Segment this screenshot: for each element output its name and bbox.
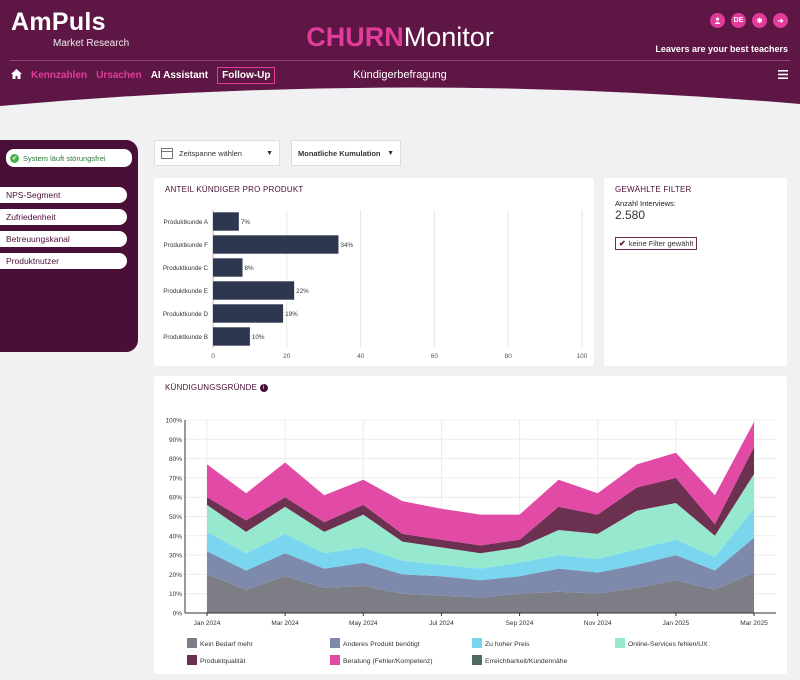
app-header: AmPuls Market Research CHURNMonitor DE ✱… <box>0 0 800 112</box>
header-divider <box>10 60 790 61</box>
bar-value-label: 22% <box>296 288 309 295</box>
x-tick-label: Sep 2024 <box>506 620 534 627</box>
no-filter-label: keine Filter gewählt <box>628 239 694 248</box>
sidebar-item-zufriedenheit[interactable]: Zufriedenheit <box>0 209 127 225</box>
legend-label: Erreichbarkeit/Kundennähe <box>485 658 568 665</box>
x-tick-label: Jan 2025 <box>662 620 689 627</box>
y-tick-label: 20% <box>169 572 182 579</box>
x-tick-label: 80 <box>505 353 513 360</box>
aggregation-select[interactable]: Monatliche Kumulation ▼ <box>291 140 401 166</box>
settings-icon[interactable]: ✱ <box>752 13 767 28</box>
check-circle-icon: ✔ <box>10 153 19 163</box>
x-tick-label: Jul 2024 <box>429 620 454 627</box>
top-icons: DE ✱ ➜ <box>710 13 788 28</box>
category-label: Produktkunde F <box>164 242 209 249</box>
x-tick-label: Jan 2024 <box>194 620 221 627</box>
no-filter-checkbox[interactable]: ✔ keine Filter gewählt <box>615 237 698 250</box>
legend-label: Online-Services fehlen/UX <box>628 641 708 648</box>
aggregation-value: Monatliche Kumulation <box>298 148 381 158</box>
legend-label: Kein Bedarf mehr <box>200 641 254 648</box>
bar <box>213 258 243 277</box>
x-tick-label: 60 <box>431 353 439 360</box>
x-tick-label: 0 <box>211 353 215 360</box>
language-icon[interactable]: DE <box>731 13 746 28</box>
legend-swatch <box>187 655 197 665</box>
y-tick-label: 70% <box>169 475 182 482</box>
system-status-text: System läuft störungsfrei <box>23 153 106 163</box>
legend-swatch <box>330 638 340 648</box>
bar-value-label: 8% <box>245 265 255 272</box>
sidebar-item-betreuungskanal[interactable]: Betreuungskanal <box>0 231 127 247</box>
interview-count-label: Anzahl Interviews: <box>615 199 676 208</box>
bar <box>213 235 339 254</box>
y-tick-label: 80% <box>169 456 182 463</box>
y-tick-label: 40% <box>169 533 182 540</box>
app-title-part1: CHURN <box>306 22 404 52</box>
page-subtitle: Kündigerbefragung <box>353 69 447 81</box>
category-label: Produktkunde E <box>163 288 208 295</box>
y-tick-label: 100% <box>165 418 182 425</box>
category-label: Produktkunde D <box>163 311 209 318</box>
y-tick-label: 60% <box>169 495 182 502</box>
filter-card: GEWÄHLTE FILTER Anzahl Interviews: 2.580… <box>604 178 787 366</box>
header-curve <box>0 84 800 112</box>
y-tick-label: 10% <box>169 591 182 598</box>
language-label: DE <box>733 17 744 24</box>
x-tick-label: May 2024 <box>349 620 378 627</box>
product-share-card: ANTEIL KÜNDIGER PRO PRODUKT 0 20 40 60 80 100… <box>154 178 594 366</box>
hamburger-menu-icon[interactable] <box>778 68 788 82</box>
checkmark-icon: ✔ <box>619 239 626 248</box>
x-tick-label: Mar 2025 <box>740 620 768 627</box>
sidebar-item-nps-segment[interactable]: NPS-Segment <box>0 187 127 203</box>
product-share-chart: 0 20 40 60 80 100 Produktkunde A 7% Produktkunde… <box>163 210 588 360</box>
legend-swatch <box>615 638 625 648</box>
filter-card-title: GEWÄHLTE FILTER <box>615 185 692 194</box>
sidebar: ✔ System läuft störungsfrei NPS-Segment … <box>0 140 138 352</box>
x-tick-label: 40 <box>357 353 365 360</box>
legend-swatch <box>472 638 482 648</box>
legend-swatch <box>330 655 340 665</box>
bar-value-label: 7% <box>241 219 251 226</box>
y-tick-label: 90% <box>169 437 182 444</box>
bar-value-label: 19% <box>285 311 298 318</box>
category-label: Produktkunde A <box>164 219 209 226</box>
churn-reasons-chart: 0% 10% 20% 30% 40% 50% 60% 70% 80% 90% 100% Jan 202… <box>165 418 776 665</box>
tagline: Leavers are your best teachers <box>655 44 788 54</box>
app-title-part2: Monitor <box>403 22 494 52</box>
bar <box>213 212 239 231</box>
date-range-picker[interactable]: Zeitspanne wählen ▼ <box>154 140 280 166</box>
bar-value-label: 34% <box>340 242 353 249</box>
category-label: Produktkunde B <box>163 334 208 341</box>
sidebar-item-produktnutzer[interactable]: Produktnutzer <box>0 253 127 269</box>
system-status-badge: ✔ System läuft störungsfrei <box>6 149 132 167</box>
bar <box>213 281 295 300</box>
legend-label: Anderes Produkt benötigt <box>343 641 420 648</box>
y-tick-label: 0% <box>173 611 183 618</box>
bar-value-label: 10% <box>252 334 265 341</box>
interview-count-value: 2.580 <box>615 208 646 222</box>
legend-swatch <box>187 638 197 648</box>
legend-label: Beratung (Fehler/Kompetenz) <box>343 658 433 665</box>
category-label: Produktkunde C <box>163 265 209 272</box>
x-tick-label: Mar 2024 <box>271 620 299 627</box>
calendar-icon <box>161 147 173 159</box>
y-tick-label: 30% <box>169 553 182 560</box>
bar <box>213 327 250 346</box>
legend-label: Zu hoher Preis <box>485 641 530 648</box>
user-icon[interactable] <box>710 13 725 28</box>
chevron-down-icon: ▼ <box>266 149 273 157</box>
logout-icon[interactable]: ➜ <box>773 13 788 28</box>
date-range-placeholder: Zeitspanne wählen <box>179 148 242 158</box>
y-tick-label: 50% <box>169 514 182 521</box>
chevron-down-icon: ▼ <box>387 149 394 157</box>
legend-swatch <box>472 655 482 665</box>
x-tick-label: 20 <box>283 353 291 360</box>
legend-label: Produktqualität <box>200 658 245 665</box>
x-tick-label: Nov 2024 <box>584 620 612 627</box>
churn-reasons-card: KÜNDIGUNGSGRÜNDE i 0% 10% 20% 30% 40% 50% 60% 7… <box>154 376 787 674</box>
x-tick-label: 100 <box>577 353 588 360</box>
bar <box>213 304 284 323</box>
